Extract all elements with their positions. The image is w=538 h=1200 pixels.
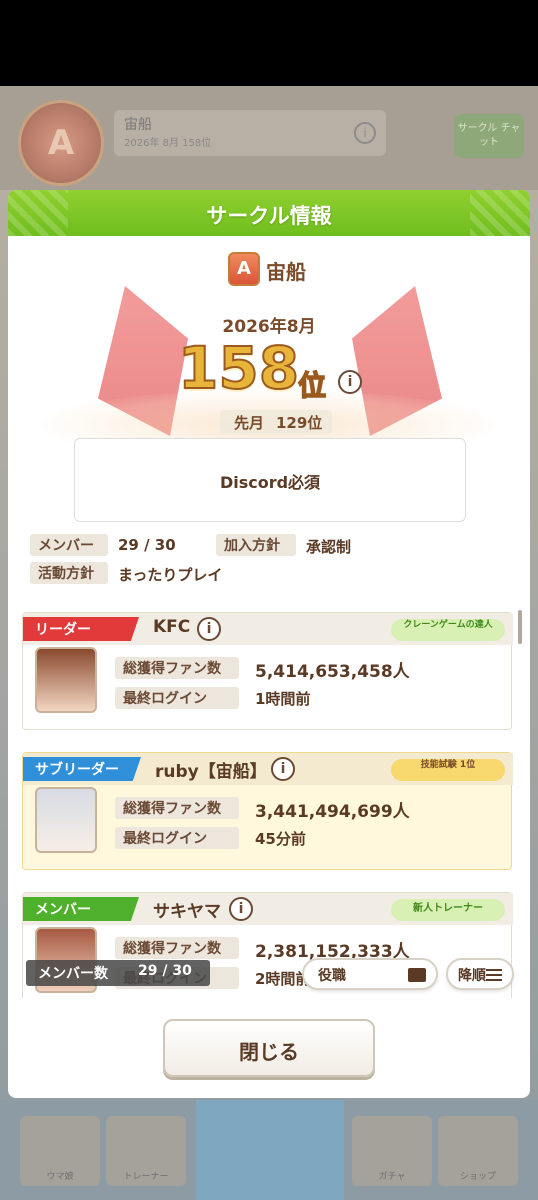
background-circle-emblem: A xyxy=(18,100,104,186)
trainer-avatar[interactable] xyxy=(35,787,97,853)
member-info-icon[interactable]: i xyxy=(271,757,295,781)
fans-value: 3,441,494,699人 xyxy=(255,802,410,822)
member-count-bar-label: メンバー数 xyxy=(38,966,108,982)
dialog-header: サークル情報 xyxy=(8,190,530,236)
role-ribbon: サブリーダー xyxy=(23,757,141,781)
member-name: サキヤマ xyxy=(153,902,221,922)
background-info-icon: i xyxy=(354,122,376,144)
last-month-label: 先月 xyxy=(234,414,265,432)
last-month-value: 129位 xyxy=(276,414,323,432)
ranking-info-icon[interactable]: i xyxy=(338,370,362,394)
member-card-leader[interactable]: リーダー KFC i クレーンゲームの達人 総獲得ファン数 5,414,653,… xyxy=(22,612,513,730)
member-count-tag: メンバー xyxy=(30,534,108,556)
background-nav-shop: ショップ xyxy=(438,1116,518,1186)
background-nav-gacha: ガチャ xyxy=(352,1116,432,1186)
trainer-avatar[interactable] xyxy=(35,647,97,713)
last-login-value: 45分前 xyxy=(255,830,306,848)
circle-rank-emblem-icon: A xyxy=(228,252,260,286)
member-count-bar: メンバー数 29 / 30 xyxy=(26,960,210,986)
sort-field-button[interactable]: 役職 xyxy=(302,958,438,990)
background-nav-uma: ウマ娘 xyxy=(20,1116,100,1186)
member-info-icon[interactable]: i xyxy=(229,897,253,921)
fans-value: 5,414,653,458人 xyxy=(255,662,410,682)
member-info-icon[interactable]: i xyxy=(197,617,221,641)
close-button[interactable]: 閉じる xyxy=(163,1019,375,1077)
join-policy-tag: 加入方針 xyxy=(216,534,296,556)
background-nav-trainer: トレーナー xyxy=(106,1116,186,1186)
fans-label: 総獲得ファン数 xyxy=(115,657,239,679)
activity-policy-value: まったりプレイ xyxy=(118,566,223,584)
member-card-subleader[interactable]: サブリーダー ruby【宙船】 i 技能試験 1位 総獲得ファン数 3,441,… xyxy=(22,752,513,870)
sort-order-button[interactable]: 降順 xyxy=(446,958,514,990)
member-name: ruby【宙船】 xyxy=(155,762,267,782)
activity-policy-tag: 活動方針 xyxy=(30,562,108,584)
background-nav-home xyxy=(196,1100,344,1200)
circle-description: Discord必須 xyxy=(219,473,321,492)
dialog-title: サークル情報 xyxy=(206,204,332,228)
background-chat-button: サークル チャット xyxy=(454,114,524,158)
member-count-bar-value: 29 / 30 xyxy=(138,963,192,979)
sort-order-icon xyxy=(486,969,502,981)
member-name: KFC xyxy=(153,617,191,637)
last-login-label: 最終ログイン xyxy=(115,827,239,849)
ranking-number: 158 xyxy=(177,333,300,403)
member-list-scrollbar[interactable] xyxy=(518,610,522,644)
circle-name: 宙船 xyxy=(266,260,306,284)
fans-label: 総獲得ファン数 xyxy=(115,937,239,959)
member-list[interactable]: リーダー KFC i クレーンゲームの達人 総獲得ファン数 5,414,653,… xyxy=(22,608,516,998)
title-badge: 新人トレーナー xyxy=(391,899,505,921)
member-count-value: 29 / 30 xyxy=(118,536,176,554)
join-policy-value: 承認制 xyxy=(306,538,352,556)
circle-description-box: Discord必須 xyxy=(74,438,466,522)
title-badge: 技能試験 1位 xyxy=(391,759,505,781)
fans-label: 総獲得ファン数 xyxy=(115,797,239,819)
last-login-label: 最終ログイン xyxy=(115,687,239,709)
role-ribbon: リーダー xyxy=(23,617,139,641)
sort-field-icon xyxy=(408,968,426,982)
background-circle-name: 宙船 xyxy=(124,117,152,133)
title-badge: クレーンゲームの達人 xyxy=(391,619,505,641)
last-login-value: 1時間前 xyxy=(255,690,311,708)
ranking-suffix: 位 xyxy=(297,368,327,403)
last-month-rank: 先月 129位 xyxy=(220,410,332,434)
background-circle-namebox: 宙船 2026年 8月 158位 i xyxy=(114,110,386,156)
role-ribbon: メンバー xyxy=(23,897,139,921)
background-circle-rank: 2026年 8月 158位 xyxy=(124,138,212,149)
